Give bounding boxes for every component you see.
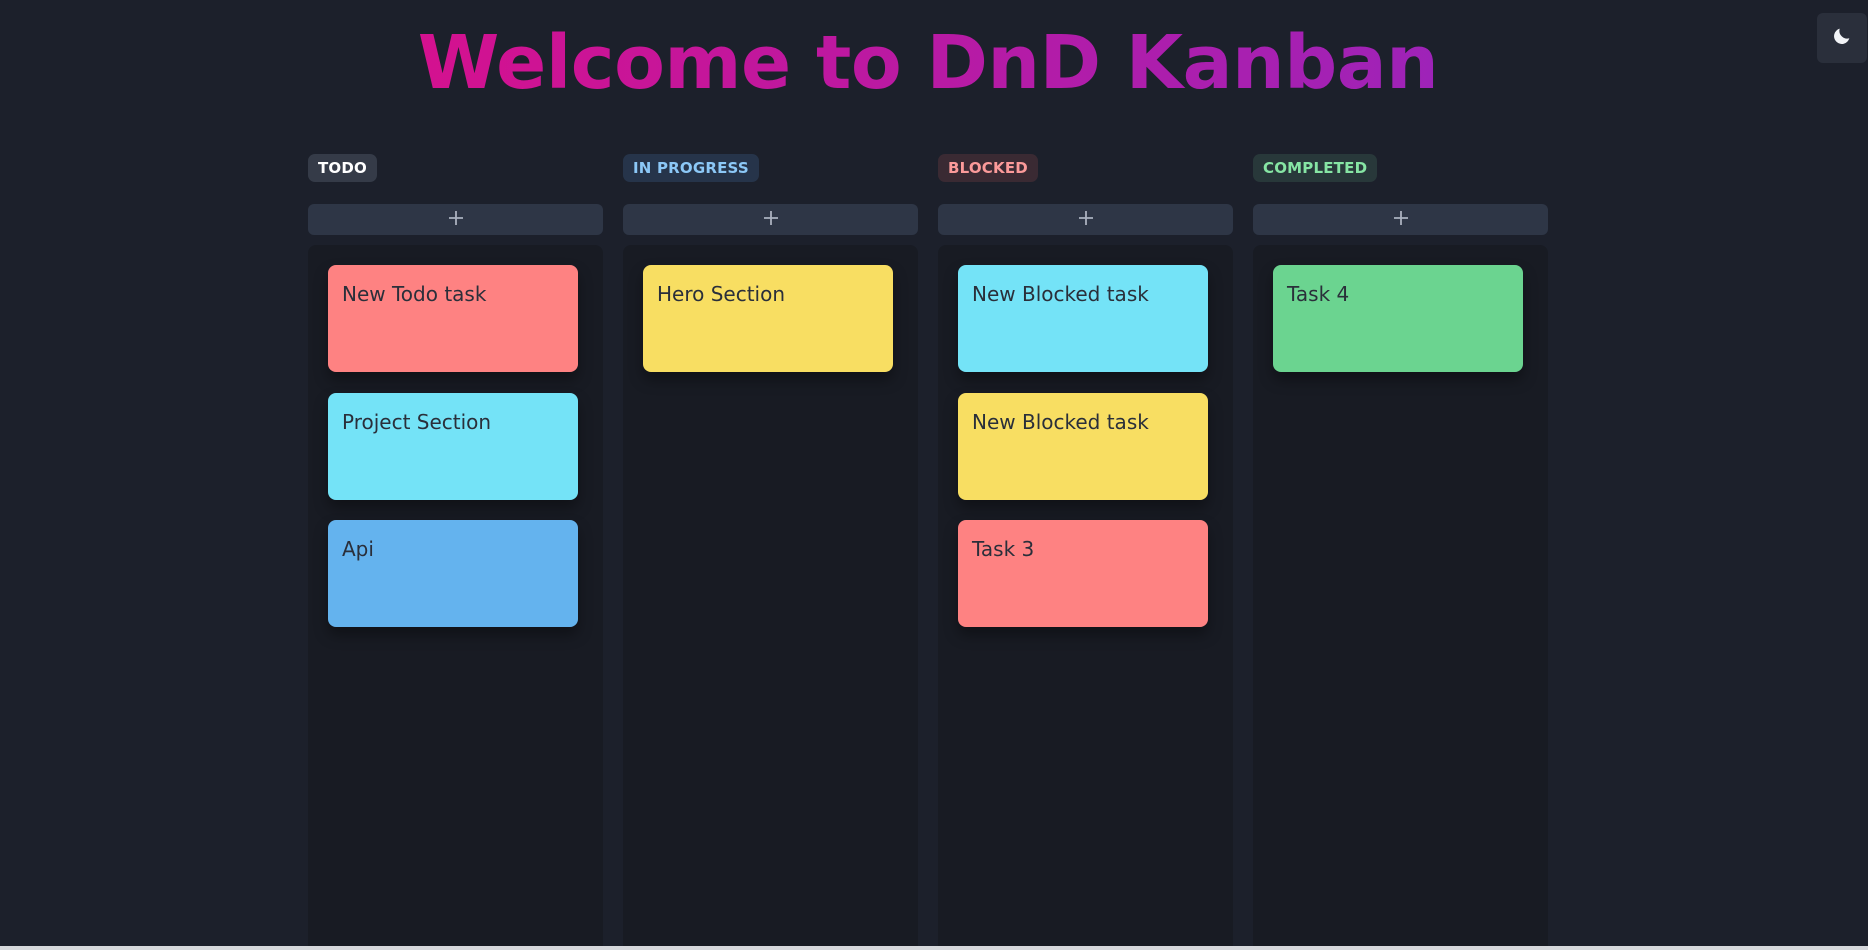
page-title: Welcome to DnD Kanban [417, 20, 1439, 106]
task-card[interactable]: Task 4 [1273, 265, 1523, 372]
task-card-title: New Todo task [342, 282, 487, 306]
column-completed: COMPLETED Task 4 [1253, 154, 1548, 950]
window-bottom-edge [0, 946, 1868, 950]
column-dropzone[interactable]: Hero Section [623, 245, 918, 950]
task-card[interactable]: New Blocked task [958, 393, 1208, 500]
column-todo: TODO New Todo task Project Section Api [308, 154, 603, 950]
column-dropzone[interactable]: New Todo task Project Section Api [308, 245, 603, 950]
column-blocked: BLOCKED New Blocked task New Blocked tas… [938, 154, 1233, 950]
task-card[interactable]: New Todo task [328, 265, 578, 372]
column-label: BLOCKED [938, 154, 1038, 182]
plus-icon [1077, 209, 1095, 231]
add-card-button[interactable] [308, 204, 603, 235]
plus-icon [1392, 209, 1410, 231]
task-card-title: New Blocked task [972, 282, 1149, 306]
task-card-title: Hero Section [657, 282, 786, 306]
column-in-progress: IN PROGRESS Hero Section [623, 154, 918, 950]
column-dropzone[interactable]: New Blocked task New Blocked task Task 3 [938, 245, 1233, 950]
column-label: TODO [308, 154, 377, 182]
plus-icon [762, 209, 780, 231]
task-card-title: New Blocked task [972, 410, 1149, 434]
task-card[interactable]: Hero Section [643, 265, 893, 372]
add-card-button[interactable] [623, 204, 918, 235]
task-card-title: Project Section [342, 410, 492, 434]
task-card[interactable]: New Blocked task [958, 265, 1208, 372]
add-card-button[interactable] [938, 204, 1233, 235]
plus-icon [447, 209, 465, 231]
task-card-title: Api [342, 537, 374, 561]
task-card[interactable]: Task 3 [958, 520, 1208, 627]
task-card-title: Task 3 [972, 537, 1035, 561]
task-card[interactable]: Project Section [328, 393, 578, 500]
task-card-title: Task 4 [1287, 282, 1350, 306]
column-label: IN PROGRESS [623, 154, 759, 182]
column-dropzone[interactable]: Task 4 [1253, 245, 1548, 950]
add-card-button[interactable] [1253, 204, 1548, 235]
task-card[interactable]: Api [328, 520, 578, 627]
column-label: COMPLETED [1253, 154, 1378, 182]
